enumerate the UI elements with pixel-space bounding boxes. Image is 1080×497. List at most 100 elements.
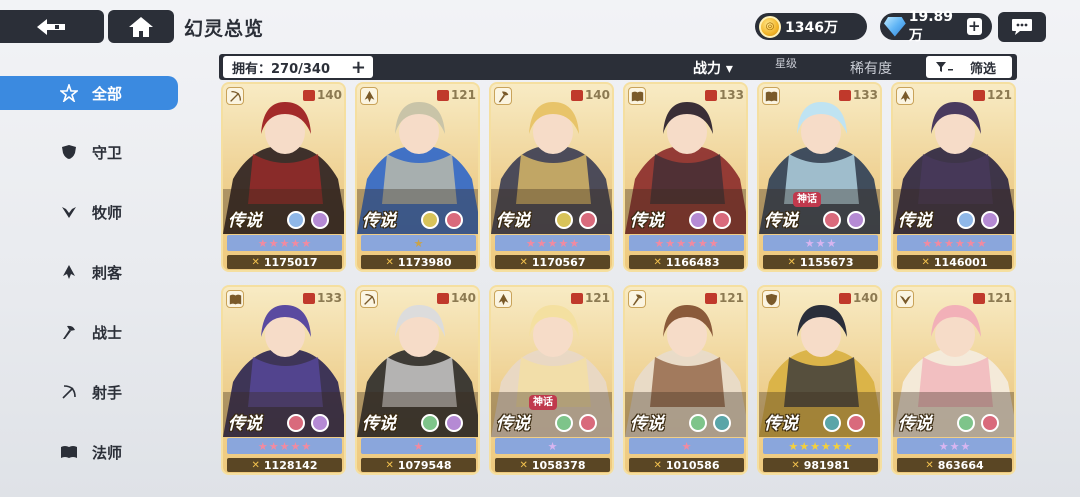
rarity-label: 传说	[630, 414, 664, 434]
wings-icon	[896, 290, 914, 308]
star-icon: ★	[569, 236, 580, 250]
hero-card[interactable]: 121 神话传说 ★ ✕ 1058378	[489, 285, 614, 475]
star-icon: ★	[842, 439, 853, 453]
star-icon: ★	[676, 236, 686, 250]
hero-card[interactable]: 121 传说 ★ ✕ 1010586	[623, 285, 748, 475]
element-icon	[311, 211, 329, 229]
sidebar-item-all[interactable]: 全部	[0, 76, 178, 110]
element-icon	[579, 211, 597, 229]
back-button[interactable]	[0, 10, 104, 43]
combat-power: ✕ 1010586	[629, 458, 744, 472]
star-icon: ★	[976, 236, 987, 250]
filter-bar: 拥有：270/340 + 战力 ▾ 星级 稀有度 筛选	[219, 54, 1017, 80]
hero-card[interactable]: 140 传说 ★ ★ ★ ★ ★ ✕ 1170567	[489, 82, 614, 272]
star-rating: ★ ★ ★	[763, 235, 878, 251]
rarity-label: 传说	[496, 414, 530, 434]
crossed-swords-icon: ✕	[519, 459, 528, 471]
power-value: 1058378	[531, 458, 586, 472]
hero-card[interactable]: 133 神话 传说 ★ ★ ★ ✕ 1155673	[757, 82, 882, 272]
star-icon: ★	[804, 236, 815, 250]
power-value: 981981	[803, 458, 850, 472]
rarity-label: 传说	[630, 211, 664, 231]
owned-count-box[interactable]: 拥有：270/340 +	[223, 56, 373, 78]
sort-star-button[interactable]: 星级	[775, 58, 797, 69]
hero-card[interactable]: 140 传说 ★ ★ ★ ★ ★ ✕ 1175017	[221, 82, 346, 272]
book-icon	[628, 87, 646, 105]
hero-card[interactable]: 133 传说 ★ ★ ★ ★ ★ ★ ✕ 1166483	[623, 82, 748, 272]
expand-capacity-button[interactable]: +	[351, 57, 366, 78]
power-value: 1146001	[933, 255, 988, 269]
level-bar-icon	[972, 89, 985, 101]
sidebar-item-warrior[interactable]: 战士	[0, 302, 180, 362]
hero-level: 133	[838, 88, 878, 102]
hero-level: 121	[704, 291, 744, 305]
element-icon	[713, 414, 731, 432]
level-bar-icon	[972, 292, 985, 304]
power-value: 1010586	[665, 458, 720, 472]
level-bar-icon	[302, 292, 315, 304]
myth-tag: 神话	[529, 395, 557, 410]
element-icon	[445, 211, 463, 229]
hero-level: 121	[972, 291, 1012, 305]
sidebar-item-label: 守卫	[92, 143, 123, 162]
sidebar-item-archer[interactable]: 射手	[0, 362, 180, 422]
hero-card[interactable]: 121 传说 ★ ✕ 1173980	[355, 82, 480, 272]
rarity-label: 传说	[228, 211, 262, 231]
add-gems-button[interactable]: +	[966, 18, 982, 35]
level-value: 121	[584, 291, 610, 305]
home-button[interactable]	[108, 10, 174, 43]
bow-icon	[360, 290, 378, 308]
gold-currency[interactable]: ◎ 1346万	[755, 13, 867, 40]
star-icon: ★	[268, 236, 279, 250]
level-value: 133	[852, 88, 878, 102]
sidebar-item-guard[interactable]: 守卫	[0, 122, 180, 182]
book-icon	[226, 290, 244, 308]
hero-card[interactable]: 140 传说 ★ ★ ★ ★ ★ ★ ✕ 981981	[757, 285, 882, 475]
element-icon	[689, 211, 707, 229]
star-rating: ★ ★ ★ ★ ★ ★	[629, 235, 744, 251]
combat-power: ✕ 1173980	[361, 255, 476, 269]
element-icon	[421, 211, 439, 229]
element-icon	[579, 414, 597, 432]
sidebar-item-priest[interactable]: 牧师	[0, 182, 180, 242]
filter-button[interactable]: 筛选	[926, 56, 1012, 78]
star-rating: ★	[361, 438, 476, 454]
star-icon: ★	[268, 439, 279, 453]
star-icon: ★	[547, 439, 558, 453]
level-bar-icon	[838, 89, 851, 101]
sidebar-item-assassin[interactable]: 刺客	[0, 242, 180, 302]
sidebar-item-mage[interactable]: 法师	[0, 422, 180, 482]
star-icon: ★	[536, 236, 547, 250]
hero-card[interactable]: 121 传说 ★ ★ ★ ✕ 863664	[891, 285, 1016, 475]
owned-count: 拥有：270/340	[232, 61, 331, 77]
level-bar-icon	[838, 292, 851, 304]
sort-rarity-button[interactable]: 稀有度	[850, 58, 892, 78]
combat-power: ✕ 863664	[897, 458, 1012, 472]
star-icon: ★	[815, 236, 826, 250]
star-icon: ★	[665, 236, 676, 250]
hero-level: 133	[302, 291, 342, 305]
level-value: 121	[718, 291, 744, 305]
hero-card[interactable]: 133 传说 ★ ★ ★ ★ ★ ✕ 1128142	[221, 285, 346, 475]
combat-power: ✕ 1146001	[897, 255, 1012, 269]
hero-level: 140	[302, 88, 342, 102]
rarity-label: 传说	[764, 414, 798, 434]
chat-button[interactable]	[998, 12, 1046, 42]
bow-icon	[60, 383, 78, 401]
rarity-label: 传说	[898, 211, 932, 231]
diamond-icon	[884, 16, 906, 37]
sort-power-button[interactable]: 战力 ▾	[693, 58, 733, 78]
combat-power: ✕ 1170567	[495, 255, 610, 269]
level-value: 121	[450, 88, 476, 102]
level-value: 140	[316, 88, 342, 102]
star-rating: ★ ★ ★	[897, 438, 1012, 454]
hero-level: 140	[570, 88, 610, 102]
star-icon: ★	[933, 236, 944, 250]
sidebar-item-label: 射手	[92, 383, 123, 402]
hero-card[interactable]: 121 传说 ★ ★ ★ ★ ★ ★ ✕ 1146001	[891, 82, 1016, 272]
crossed-swords-icon: ✕	[653, 459, 662, 471]
star-icon: ★	[413, 439, 424, 453]
hero-card[interactable]: 140 传说 ★ ✕ 1079548	[355, 285, 480, 475]
star-icon: ★	[826, 236, 837, 250]
level-bar-icon	[302, 89, 315, 101]
